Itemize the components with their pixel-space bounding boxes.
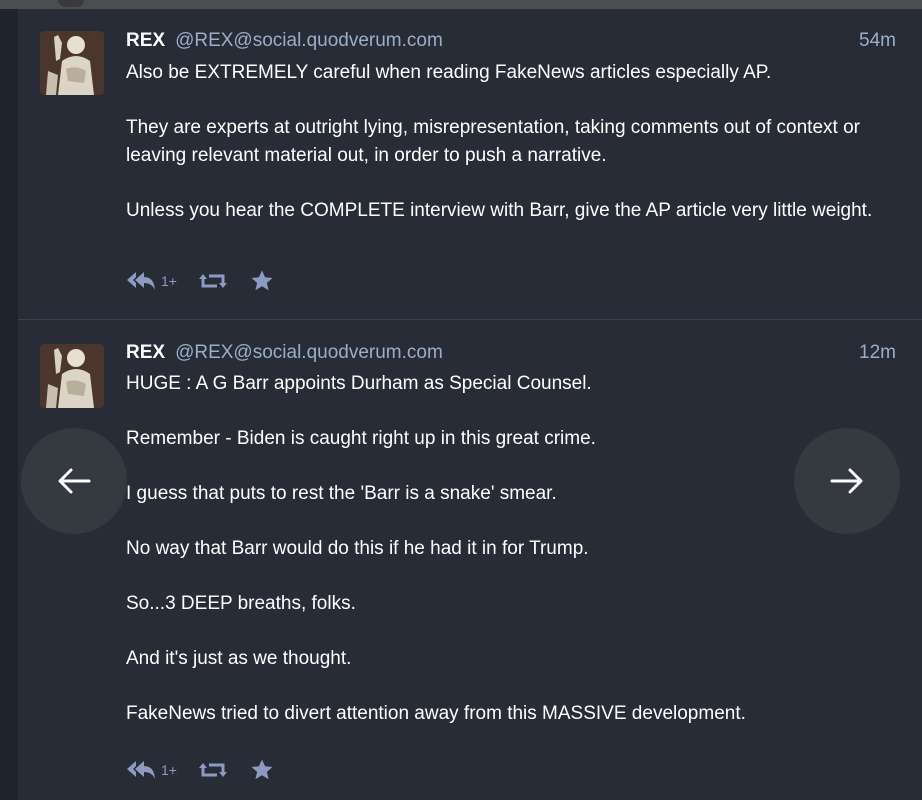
star-icon bbox=[251, 270, 273, 291]
paragraph: Unless you hear the COMPLETE interview w… bbox=[126, 200, 873, 221]
top-avatar-fragment bbox=[58, 0, 84, 7]
avatar-statue-image bbox=[40, 344, 104, 408]
paragraph: And it's just as we thought. bbox=[126, 648, 352, 669]
reply-all-icon bbox=[127, 272, 155, 290]
status-action-bar: 1+ bbox=[126, 267, 297, 295]
status-content: HUGE : A G Barr appoints Durham as Speci… bbox=[126, 370, 876, 728]
status-header: REX @REX@social.quodverum.com 12m bbox=[126, 340, 896, 366]
avatar-statue-image bbox=[40, 31, 104, 95]
display-name[interactable]: REX bbox=[126, 30, 165, 51]
status-action-bar: 1+ bbox=[126, 756, 297, 784]
account-handle[interactable]: @REX@social.quodverum.com bbox=[175, 342, 443, 363]
reply-count: 1+ bbox=[161, 273, 177, 289]
paragraph: FakeNews tried to divert attention away … bbox=[126, 703, 746, 724]
paragraph: No way that Barr would do this if he had… bbox=[126, 538, 589, 559]
timestamp[interactable]: 54m bbox=[859, 28, 896, 54]
reply-count: 1+ bbox=[161, 762, 177, 778]
status-feed: REX @REX@social.quodverum.com 54m Also be… bbox=[18, 9, 922, 800]
star-icon bbox=[251, 759, 273, 780]
reply-button[interactable]: 1+ bbox=[126, 759, 177, 781]
paragraph: So...3 DEEP breaths, folks. bbox=[126, 593, 356, 614]
status-card[interactable]: REX @REX@social.quodverum.com 54m Also be… bbox=[18, 9, 922, 319]
arrow-left-icon bbox=[58, 468, 91, 494]
boost-button[interactable] bbox=[198, 759, 227, 781]
top-bar bbox=[0, 0, 922, 9]
timestamp[interactable]: 12m bbox=[859, 340, 896, 366]
reply-button[interactable]: 1+ bbox=[126, 270, 177, 292]
retweet-icon bbox=[198, 274, 227, 288]
avatar[interactable] bbox=[40, 344, 104, 408]
avatar[interactable] bbox=[40, 31, 104, 95]
favourite-button[interactable] bbox=[249, 269, 275, 293]
reply-all-icon bbox=[127, 761, 155, 779]
status-card[interactable]: REX @REX@social.quodverum.com 12m HUGE : … bbox=[18, 320, 922, 800]
paragraph: They are experts at outright lying, misr… bbox=[126, 117, 860, 166]
paragraph: HUGE : A G Barr appoints Durham as Speci… bbox=[126, 373, 592, 394]
paragraph: Remember - Biden is caught right up in t… bbox=[126, 428, 596, 449]
account-handle[interactable]: @REX@social.quodverum.com bbox=[175, 30, 443, 51]
status-header: REX @REX@social.quodverum.com 54m bbox=[126, 28, 896, 54]
previous-button[interactable] bbox=[21, 428, 127, 534]
paragraph: Also be EXTREMELY careful when reading F… bbox=[126, 62, 772, 83]
paragraph: I guess that puts to rest the 'Barr is a… bbox=[126, 483, 557, 504]
left-column-edge bbox=[0, 9, 18, 800]
next-button[interactable] bbox=[794, 428, 900, 534]
retweet-icon bbox=[198, 763, 227, 777]
display-name[interactable]: REX bbox=[126, 342, 165, 363]
arrow-right-icon bbox=[830, 468, 863, 494]
status-content: Also be EXTREMELY careful when reading F… bbox=[126, 59, 876, 225]
boost-button[interactable] bbox=[198, 270, 227, 292]
favourite-button[interactable] bbox=[249, 758, 275, 782]
